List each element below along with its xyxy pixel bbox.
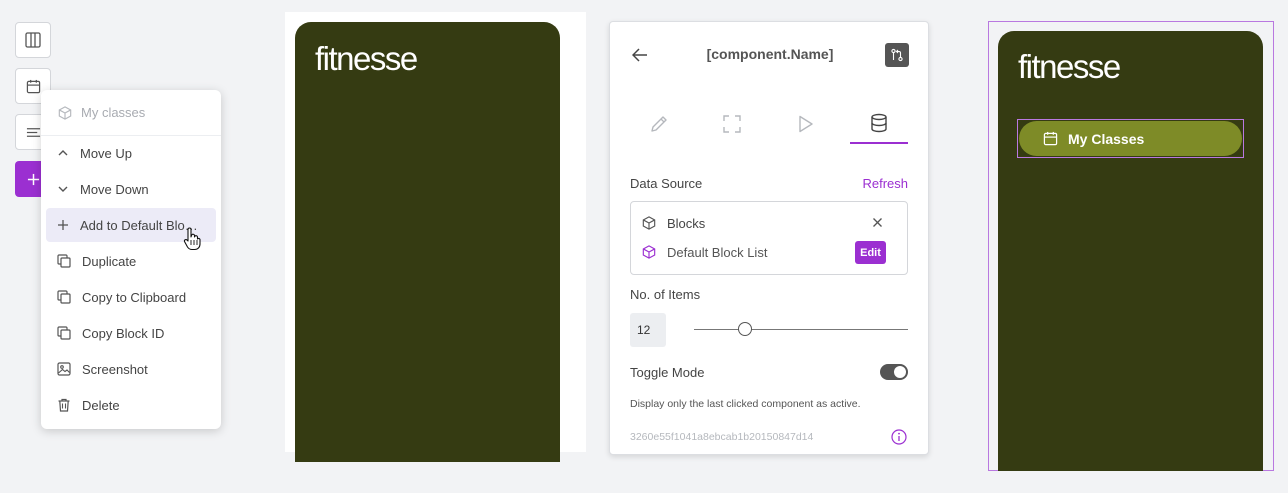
hand-cursor-icon: [183, 227, 201, 251]
source-name: Blocks: [667, 216, 706, 231]
items-slider-thumb[interactable]: [738, 322, 752, 336]
columns-icon: [25, 32, 41, 48]
calendar-icon: [26, 79, 41, 94]
toggle-mode-label: Toggle Mode: [630, 365, 705, 380]
copy-icon: [57, 254, 71, 268]
menu-item-move-down[interactable]: Move Down: [46, 172, 216, 206]
expand-icon: [722, 114, 742, 134]
trash-icon: [57, 398, 71, 412]
app-logo: fitnesse: [315, 40, 418, 77]
plus-icon: [27, 173, 40, 186]
cube-icon: [58, 105, 72, 120]
cube-purple-icon: [642, 245, 656, 259]
my-classes-button[interactable]: My Classes: [1019, 121, 1242, 156]
info-button[interactable]: [891, 429, 907, 445]
play-icon: [795, 114, 815, 134]
panel-title: [component.Name]: [706, 46, 834, 62]
refresh-link[interactable]: Refresh: [862, 176, 908, 191]
copy-icon: [57, 290, 71, 304]
toggle-mode-switch[interactable]: [880, 364, 908, 380]
tab-actions[interactable]: [776, 104, 834, 144]
toggle-knob: [894, 366, 906, 378]
close-icon: [872, 217, 883, 228]
items-label: No. of Items: [630, 287, 701, 302]
my-classes-label: My Classes: [1068, 130, 1145, 147]
menu-item-copy-block-id[interactable]: Copy Block ID: [46, 316, 216, 350]
menu-item-label: Copy Block ID: [82, 325, 165, 341]
source-list-name: Default Block List: [667, 245, 768, 260]
component-id: 3260e55f1041a8ebcab1b20150847d14: [630, 431, 814, 443]
context-menu-title: My classes: [81, 105, 146, 120]
tab-edit[interactable]: [630, 104, 688, 144]
menu-item-label: Copy to Clipboard: [82, 289, 187, 305]
phone-screen-selected: fitnesse: [998, 31, 1263, 471]
git-compare-button[interactable]: [885, 43, 909, 67]
menu-item-label: Screenshot: [82, 361, 148, 377]
calendar-icon: [1043, 131, 1058, 146]
plus-icon: [57, 219, 69, 231]
menu-item-screenshot[interactable]: Screenshot: [46, 352, 216, 386]
text-align-icon: [26, 125, 41, 140]
copy-icon: [57, 326, 71, 340]
items-slider-track[interactable]: [694, 329, 908, 330]
menu-item-label: Delete: [82, 397, 120, 413]
menu-item-copy-to-clipboard[interactable]: Copy to Clipboard: [46, 280, 216, 314]
chevron-up-icon: [57, 147, 69, 159]
tab-layout[interactable]: [703, 104, 761, 144]
toggle-mode-hint: Display only the last clicked component …: [630, 398, 861, 410]
data-source-box: Blocks Default Block List Edit: [630, 201, 908, 275]
menu-item-label: Move Down: [80, 181, 149, 197]
tab-data[interactable]: [850, 104, 908, 144]
menu-item-label: Add to Default Bloc...: [80, 217, 200, 233]
app-logo: fitnesse: [1018, 48, 1121, 85]
menu-item-delete[interactable]: Delete: [46, 388, 216, 422]
chevron-down-icon: [57, 183, 69, 195]
cube-icon: [642, 216, 656, 230]
preview-frame-left: fitnesse: [285, 12, 586, 462]
items-count-input[interactable]: 12: [630, 313, 666, 347]
settings-panel: [component.Name] Data Source Refresh Blo…: [609, 21, 929, 455]
menu-item-label: Move Up: [80, 145, 133, 161]
database-icon: [869, 113, 889, 133]
info-icon: [891, 429, 907, 445]
menu-item-label: Duplicate: [82, 253, 137, 269]
columns-layout-button[interactable]: [15, 22, 51, 58]
pencil-icon: [649, 114, 669, 134]
context-menu-header: My classes: [41, 90, 221, 136]
phone-screen: fitnesse: [295, 22, 560, 462]
image-icon: [57, 362, 71, 376]
context-menu: My classes Move Up Move Down Add to Defa…: [41, 90, 221, 429]
menu-item-move-up[interactable]: Move Up: [46, 136, 216, 170]
edit-source-button[interactable]: Edit: [855, 241, 886, 264]
data-source-label: Data Source: [630, 176, 703, 191]
remove-source-button[interactable]: [872, 217, 883, 228]
git-compare-icon: [890, 48, 904, 62]
